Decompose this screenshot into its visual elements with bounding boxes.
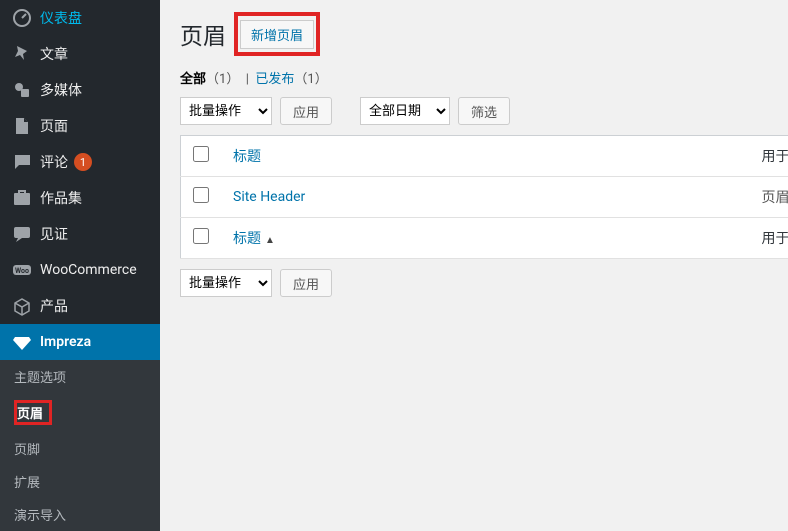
content-area: 页眉 新增页眉 全部（1） | 已发布（1） 批量操作 应用 全部日期 筛选 标… (160, 0, 788, 526)
woo-icon: Woo (12, 260, 32, 280)
status-published-link[interactable]: 已发布 (255, 72, 294, 87)
sidebar-sub-label: 演示导入 (14, 509, 66, 524)
sidebar-sub-label: 页眉 (14, 400, 52, 425)
bulk-action-select-bottom[interactable]: 批量操作 (180, 269, 272, 297)
filters-row-bottom: 批量操作 应用 (180, 269, 778, 297)
select-all-top[interactable] (193, 146, 209, 162)
sidebar-sub-footer[interactable]: 页脚 (0, 432, 160, 465)
date-filter-select[interactable]: 全部日期 (360, 97, 450, 125)
column-footer-used: 用于 (762, 231, 788, 247)
sidebar-item-comments[interactable]: 评论 1 (0, 144, 160, 180)
sidebar-item-impreza[interactable]: Impreza (0, 324, 160, 360)
sidebar-item-woocommerce[interactable]: Woo WooCommerce (0, 252, 160, 288)
sidebar-item-label: Impreza (40, 334, 91, 350)
table-row: Site Header 页眉选项: 默 (181, 177, 788, 218)
sort-indicator-icon: ▲ (265, 235, 275, 246)
sidebar-item-label: 产品 (40, 296, 68, 316)
svg-text:Woo: Woo (15, 267, 29, 275)
apply-button-bottom[interactable]: 应用 (280, 269, 332, 297)
sidebar-sub-theme-options[interactable]: 主题选项 (0, 360, 160, 393)
posts-table: 标题 用于 Site Header 页眉选项: 默 标题▲ 用于 (180, 135, 788, 259)
sidebar-sub-label: 页脚 (14, 443, 40, 458)
add-new-button[interactable]: 新增页眉 (240, 20, 314, 49)
sidebar-item-label: 文章 (40, 44, 68, 64)
status-all-count: （1） (206, 72, 239, 87)
page-header: 页眉 新增页眉 (180, 12, 778, 56)
status-links: 全部（1） | 已发布（1） (180, 68, 778, 87)
status-published-label: 已发布 (255, 72, 294, 87)
row-title-link[interactable]: Site Header (233, 189, 305, 205)
comment-count-badge: 1 (74, 153, 92, 171)
page-icon (12, 116, 32, 136)
sidebar-item-label: 评论 (40, 152, 68, 172)
apply-button[interactable]: 应用 (280, 97, 332, 125)
page-title: 页眉 (180, 17, 226, 51)
sidebar-item-dashboard[interactable]: 仪表盘 (0, 0, 160, 36)
admin-sidebar: 仪表盘 文章 多媒体 页面 评论 1 作品集 见证 Woo WooCommerc… (0, 0, 160, 526)
sidebar-sub-header[interactable]: 页眉 (0, 393, 160, 432)
sidebar-item-pages[interactable]: 页面 (0, 108, 160, 144)
sidebar-item-media[interactable]: 多媒体 (0, 72, 160, 108)
media-icon (12, 80, 32, 100)
row-checkbox[interactable] (193, 187, 209, 203)
add-new-highlight: 新增页眉 (234, 12, 320, 56)
chat-icon (12, 224, 32, 244)
pin-icon (12, 44, 32, 64)
comment-icon (12, 152, 32, 172)
filter-button[interactable]: 筛选 (458, 97, 510, 125)
sidebar-item-label: 仪表盘 (40, 8, 82, 28)
diamond-icon (12, 332, 32, 352)
sidebar-item-label: 页面 (40, 116, 68, 136)
sidebar-item-label: 见证 (40, 224, 68, 244)
bulk-action-select[interactable]: 批量操作 (180, 97, 272, 125)
sidebar-sub-label: 主题选项 (14, 371, 66, 386)
sidebar-item-label: 多媒体 (40, 80, 82, 100)
filters-row-top: 批量操作 应用 全部日期 筛选 (180, 97, 778, 125)
sidebar-sub-label: 扩展 (14, 476, 40, 491)
status-all-label[interactable]: 全部 (180, 72, 206, 87)
sidebar-item-testimonials[interactable]: 见证 (0, 216, 160, 252)
row-used-label: 页眉选项: (762, 190, 788, 206)
sidebar-item-products[interactable]: 产品 (0, 288, 160, 324)
sidebar-item-label: WooCommerce (40, 262, 137, 278)
column-footer-title[interactable]: 标题▲ (233, 231, 275, 247)
column-header-title[interactable]: 标题 (233, 149, 261, 165)
sidebar-item-posts[interactable]: 文章 (0, 36, 160, 72)
sidebar-sub-addons[interactable]: 扩展 (0, 465, 160, 498)
dashboard-icon (12, 8, 32, 28)
product-icon (12, 296, 32, 316)
sidebar-item-portfolio[interactable]: 作品集 (0, 180, 160, 216)
status-published-count: （1） (294, 72, 327, 87)
sidebar-sub-demo-import[interactable]: 演示导入 (0, 498, 160, 531)
sidebar-item-label: 作品集 (40, 188, 82, 208)
portfolio-icon (12, 188, 32, 208)
column-header-used: 用于 (762, 149, 788, 165)
select-all-bottom[interactable] (193, 228, 209, 244)
